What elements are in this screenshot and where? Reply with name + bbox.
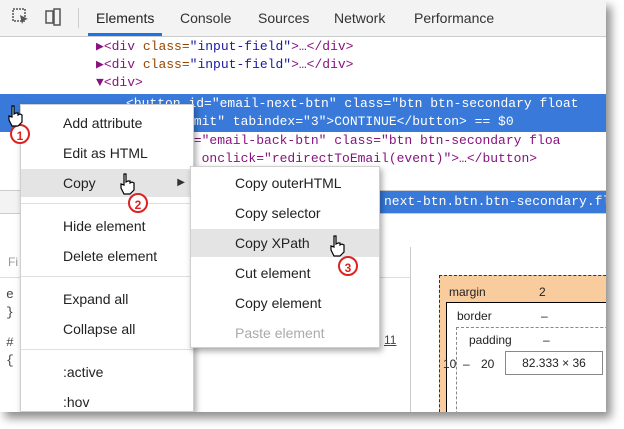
- inspect-element-icon[interactable]: [12, 8, 30, 26]
- context-menu: Add attribute Edit as HTML Copy ▶ Hide el…: [20, 104, 194, 412]
- attr-name: class=: [142, 57, 190, 72]
- menu-item-copy[interactable]: Copy ▶: [21, 169, 193, 197]
- tab-network[interactable]: Network: [334, 0, 385, 36]
- border-label: border: [457, 309, 492, 323]
- selected-line-2: omit" tabindex="3">CONTINUE</button> == …: [186, 114, 514, 129]
- menu-item-collapse-all[interactable]: Collapse all: [21, 315, 193, 343]
- border-left-value[interactable]: –: [463, 357, 470, 371]
- menu-item-copy-element[interactable]: Copy element: [191, 289, 379, 317]
- menu-separator: [21, 276, 193, 277]
- attr-value: "input-field": [189, 57, 292, 72]
- dom-node-back-btn[interactable]: d="email-back-btn" class="btn btn-second…: [186, 132, 560, 150]
- tag-open: <div: [103, 39, 143, 54]
- tag-open: <div: [103, 57, 143, 72]
- menu-item-add-attribute[interactable]: Add attribute: [21, 109, 193, 137]
- menu-item-hover[interactable]: :hov: [21, 388, 193, 412]
- callout-badge-3: 3: [338, 256, 358, 276]
- style-rule-fragment: e: [6, 287, 14, 302]
- menu-separator: [21, 349, 193, 350]
- padding-left-value[interactable]: 20: [481, 357, 494, 371]
- tag-rest: >…</div>: [291, 39, 354, 54]
- style-rule-fragment: #: [6, 335, 14, 350]
- menu-item-copy-xpath[interactable]: Copy XPath: [191, 229, 379, 257]
- menu-item-hide-element[interactable]: Hide element: [21, 212, 193, 240]
- devtools-toolbar: Elements Console Sources Network Perform…: [0, 0, 606, 37]
- tab-performance[interactable]: Performance: [414, 0, 494, 36]
- hand-cursor-icon: [120, 173, 135, 195]
- attr-value: "input-field": [189, 39, 292, 54]
- style-rule-fragment: }: [6, 305, 14, 320]
- breadcrumb-selected[interactable]: next-btn.btn.btn-secondary.float: [380, 191, 606, 213]
- menu-item-active[interactable]: :active: [21, 358, 193, 386]
- tag-text: <div>: [103, 75, 143, 90]
- dom-node-div[interactable]: ▼<div>: [96, 74, 143, 92]
- menu-item-delete-element[interactable]: Delete element: [21, 242, 193, 270]
- tab-console[interactable]: Console: [180, 0, 231, 36]
- style-rule-fragment: {: [6, 353, 14, 368]
- back-btn-onclick-text: " onclick="redirectToEmail(event)">…</bu…: [186, 151, 538, 166]
- margin-left-value[interactable]: 10: [443, 357, 456, 371]
- menu-item-edit-as-html[interactable]: Edit as HTML: [21, 139, 193, 167]
- styles-filter[interactable]: Fi: [8, 255, 18, 269]
- tag-rest: >…</div>: [291, 57, 354, 72]
- menu-item-paste-element: Paste element: [235, 325, 325, 341]
- box-model-pane: margin 2 border – padding – 10 – 20 82.3…: [411, 247, 606, 412]
- callout-badge-2: 2: [128, 193, 148, 213]
- box-model-content[interactable]: 82.333 × 36: [505, 351, 603, 375]
- copy-label: Copy: [63, 175, 96, 191]
- hand-cursor-icon: [8, 105, 23, 127]
- menu-separator: [21, 203, 193, 204]
- tab-sources[interactable]: Sources: [258, 0, 309, 36]
- padding-label: padding: [469, 333, 512, 347]
- padding-top-value[interactable]: –: [543, 333, 550, 347]
- menu-item-copy-selector[interactable]: Copy selector: [191, 199, 379, 227]
- stylesheet-link[interactable]: 11: [384, 333, 396, 347]
- dom-node-input-field[interactable]: ▶<div class="input-field">…</div>: [96, 38, 354, 56]
- margin-label: margin: [449, 285, 486, 299]
- margin-top-value[interactable]: 2: [539, 285, 546, 299]
- tab-elements[interactable]: Elements: [88, 0, 163, 36]
- devtools-window: Elements Console Sources Network Perform…: [0, 0, 606, 412]
- menu-item-copy-outerhtml[interactable]: Copy outerHTML: [191, 169, 379, 197]
- menu-item-expand-all[interactable]: Expand all: [21, 285, 193, 313]
- submenu-arrow-icon: ▶: [177, 177, 185, 188]
- dom-node-input-field[interactable]: ▶<div class="input-field">…</div>: [96, 56, 354, 74]
- toolbar-divider: [78, 8, 79, 28]
- attr-name: class=: [142, 39, 190, 54]
- back-btn-text: d="email-back-btn" class="btn btn-second…: [186, 133, 561, 148]
- border-top-value[interactable]: –: [541, 309, 548, 323]
- hand-cursor-icon: [330, 235, 345, 257]
- device-toolbar-icon[interactable]: [44, 8, 62, 26]
